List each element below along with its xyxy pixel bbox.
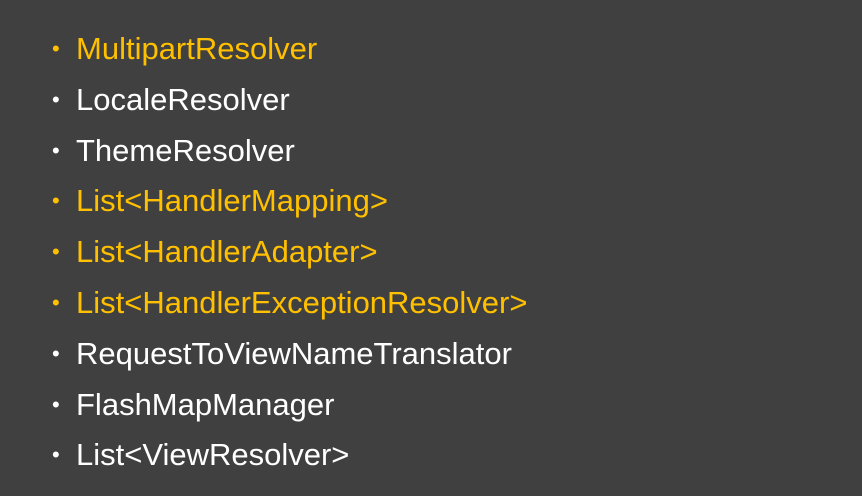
bullet-list: • MultipartResolver • LocaleResolver • T…: [52, 24, 527, 481]
bullet-icon: •: [52, 86, 60, 112]
item-label: List<HandlerExceptionResolver>: [76, 284, 528, 320]
bullet-icon: •: [52, 137, 60, 163]
item-label: FlashMapManager: [76, 386, 335, 422]
list-item: • List<HandlerMapping>: [52, 176, 527, 227]
item-label: List<ViewResolver>: [76, 437, 350, 473]
bullet-icon: •: [52, 188, 60, 214]
item-label: List<HandlerMapping>: [76, 183, 388, 219]
bullet-icon: •: [52, 340, 60, 366]
item-label: MultipartResolver: [76, 31, 318, 66]
list-item: • FlashMapManager: [52, 380, 527, 431]
bullet-icon: •: [52, 391, 60, 417]
bullet-icon: •: [52, 289, 60, 315]
list-item: • ThemeResolver: [52, 126, 527, 177]
bullet-icon: •: [52, 36, 60, 61]
item-label: LocaleResolver: [76, 81, 290, 117]
bullet-icon: •: [52, 239, 60, 265]
item-label: RequestToViewNameTranslator: [76, 335, 512, 371]
list-item: • LocaleResolver: [52, 75, 527, 126]
list-item: • List<HandlerAdapter>: [52, 227, 527, 278]
list-item: • MultipartResolver: [52, 24, 527, 75]
list-item: • List<HandlerExceptionResolver>: [52, 278, 527, 329]
slide: • MultipartResolver • LocaleResolver • T…: [0, 0, 862, 496]
item-label: List<HandlerAdapter>: [76, 234, 378, 270]
list-item: • List<ViewResolver>: [52, 430, 527, 481]
list-item: • RequestToViewNameTranslator: [52, 329, 527, 380]
bullet-icon: •: [52, 442, 60, 468]
item-label: ThemeResolver: [76, 132, 295, 168]
